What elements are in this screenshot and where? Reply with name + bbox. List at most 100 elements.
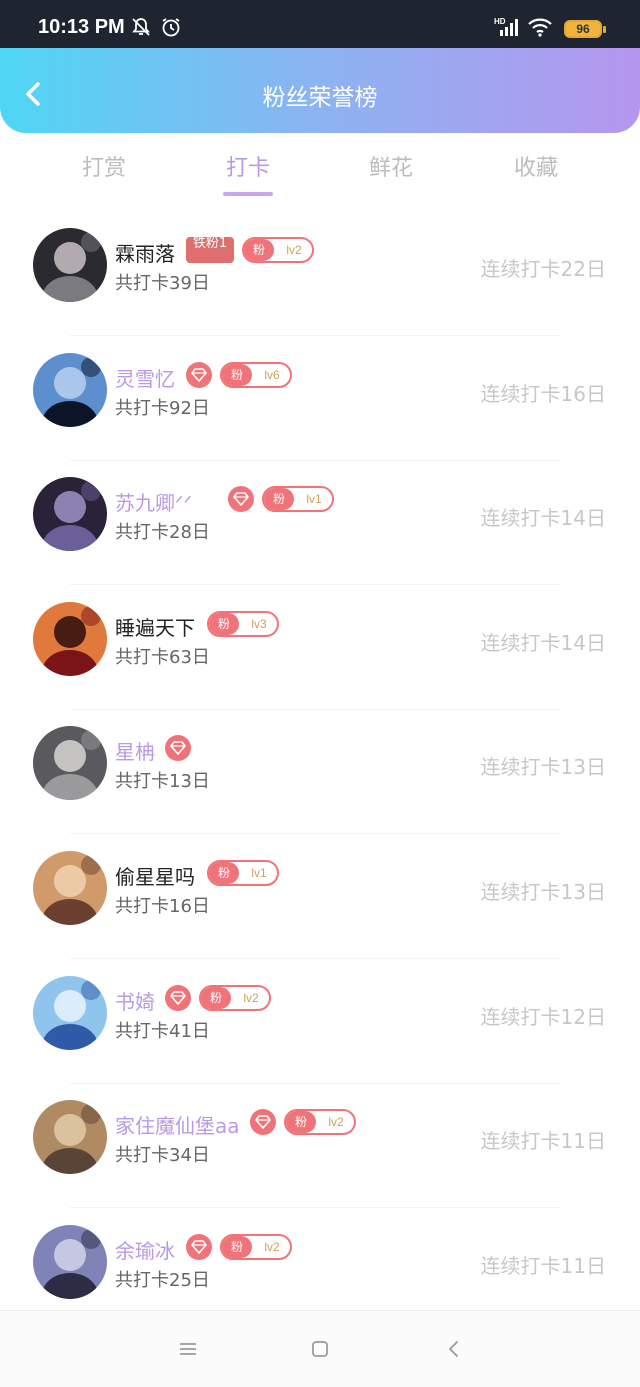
fan-level-badge: 粉 lv2 [242,237,314,263]
header-bar: 粉丝荣誉榜 [0,48,640,133]
fan-level-badge: 粉 lv6 [220,362,292,388]
fan-level-text: lv2 [286,243,302,257]
total-checkin-count: 共打卡25日 [115,1270,210,1291]
list-item[interactable]: 霖雨落 铁粉1 粉 lv2 共打卡39日 连续打卡22日 [0,218,640,342]
badge-group: 粉 lv2 [250,1109,356,1135]
avatar[interactable] [33,602,107,676]
fan-level-badge: 粉 lv1 [207,860,279,886]
avatar[interactable] [33,353,107,427]
badge-group: 粉 lv2 [165,985,271,1011]
avatar[interactable] [33,1100,107,1174]
tab-bar: 打赏 打卡 鲜花 收藏 [0,150,640,206]
list-item[interactable]: 星柟共打卡13日 连续打卡13日 [0,716,640,840]
fan-name[interactable]: 霖雨落 [115,238,175,267]
badge-group: 粉 lv2 [186,1234,292,1260]
signal-icon: HD [494,16,520,36]
tab-flowers[interactable]: 鲜花 [336,150,446,182]
list-item[interactable]: 苏九卿ᐟᐟ 粉 lv1 共打卡28日 连续打卡14日 [0,467,640,591]
menu-icon [180,1343,196,1355]
fan-name[interactable]: 书婍 [115,986,155,1015]
tab-checkin-label: 打卡 [225,156,270,181]
fan-badge-prefix: 粉 [286,1111,316,1133]
fan-level-badge: 粉 lv1 [262,486,334,512]
fan-level-text: lv2 [328,1115,344,1129]
mute-notification-icon [130,16,150,36]
battery-indicator: 96 [564,20,606,38]
row-divider [70,709,560,710]
wifi-icon [527,16,553,37]
avatar[interactable] [33,1225,107,1299]
total-checkin-count: 共打卡13日 [115,771,210,792]
diamond-vip-icon [186,362,212,388]
menu-button[interactable] [176,1337,200,1361]
total-checkin-count: 共打卡34日 [115,1145,210,1166]
fan-name[interactable]: 偷星星吗 [115,861,195,890]
badge-group: 粉 lv3 [207,611,279,637]
avatar[interactable] [33,851,107,925]
avatar[interactable] [33,477,107,551]
list-item[interactable]: 睡遍天下粉 lv3 共打卡63日 连续打卡14日 [0,592,640,716]
fan-name[interactable]: 星柟 [115,736,155,765]
fan-name[interactable]: 余瑜冰 [115,1235,175,1264]
home-button[interactable] [308,1337,332,1361]
fan-name[interactable]: 灵雪忆 [115,363,175,392]
row-divider [70,958,560,959]
consecutive-checkin-streak: 连续打卡16日 [480,382,606,406]
row-divider [70,833,560,834]
fan-badge-prefix: 粉 [244,239,274,261]
system-back-button[interactable] [442,1337,466,1361]
row-divider [70,1207,560,1208]
tab-checkin[interactable]: 打卡 [193,150,303,196]
consecutive-checkin-streak: 连续打卡11日 [480,1254,606,1278]
list-item[interactable]: 灵雪忆 粉 lv6 共打卡92日 连续打卡16日 [0,343,640,467]
consecutive-checkin-streak: 连续打卡22日 [480,257,606,281]
avatar[interactable] [33,228,107,302]
fan-level-badge: 粉 lv2 [220,1234,292,1260]
total-checkin-count: 共打卡39日 [115,273,210,294]
fan-level-text: lv6 [264,368,280,382]
fan-name[interactable]: 苏九卿ᐟᐟ [115,487,192,516]
total-checkin-count: 共打卡16日 [115,896,210,917]
badge-group: 粉 lv1 [228,486,334,512]
total-checkin-count: 共打卡28日 [115,522,210,543]
fan-level-badge: 粉 lv2 [284,1109,356,1135]
fan-name[interactable]: 家住魔仙堡aa [115,1110,240,1139]
page-title: 粉丝荣誉榜 [262,85,378,111]
row-divider [70,1083,560,1084]
total-checkin-count: 共打卡41日 [115,1021,210,1042]
tab-tips[interactable]: 打赏 [49,150,159,182]
row-divider [70,584,560,585]
consecutive-checkin-streak: 连续打卡12日 [480,1005,606,1029]
fan-level-text: lv3 [251,617,267,631]
consecutive-checkin-streak: 连续打卡13日 [480,755,606,779]
list-item[interactable]: 偷星星吗粉 lv1 共打卡16日 连续打卡13日 [0,841,640,965]
fan-badge-prefix: 粉 [209,862,239,884]
fan-level-badge: 粉 lv3 [207,611,279,637]
fan-badge-prefix: 粉 [201,987,231,1009]
avatar[interactable] [33,726,107,800]
fan-level-text: lv2 [243,991,259,1005]
badge-group: 铁粉1 粉 lv2 [186,237,314,263]
system-navigation-bar [0,1310,640,1387]
fan-name[interactable]: 睡遍天下 [115,612,195,641]
badge-group: 粉 lv1 [207,860,279,886]
consecutive-checkin-streak: 连续打卡14日 [480,631,606,655]
home-square-icon [312,1341,328,1357]
fan-badge-prefix: 粉 [222,1236,252,1258]
consecutive-checkin-streak: 连续打卡11日 [480,1129,606,1153]
iron-fan-badge: 铁粉1 [186,237,234,263]
row-divider [70,335,560,336]
fan-badge-prefix: 粉 [209,613,239,635]
total-checkin-count: 共打卡63日 [115,647,210,668]
list-item[interactable]: 家住魔仙堡aa 粉 lv2 共打卡34日 连续打卡11日 [0,1090,640,1214]
consecutive-checkin-streak: 连续打卡14日 [480,506,606,530]
avatar[interactable] [33,976,107,1050]
diamond-vip-icon [165,985,191,1011]
badge-group [165,735,191,761]
diamond-vip-icon [165,735,191,761]
tab-favorites[interactable]: 收藏 [481,150,591,182]
diamond-vip-icon [250,1109,276,1135]
total-checkin-count: 共打卡92日 [115,398,210,419]
alarm-icon [160,16,180,37]
list-item[interactable]: 书婍 粉 lv2 共打卡41日 连续打卡12日 [0,966,640,1090]
